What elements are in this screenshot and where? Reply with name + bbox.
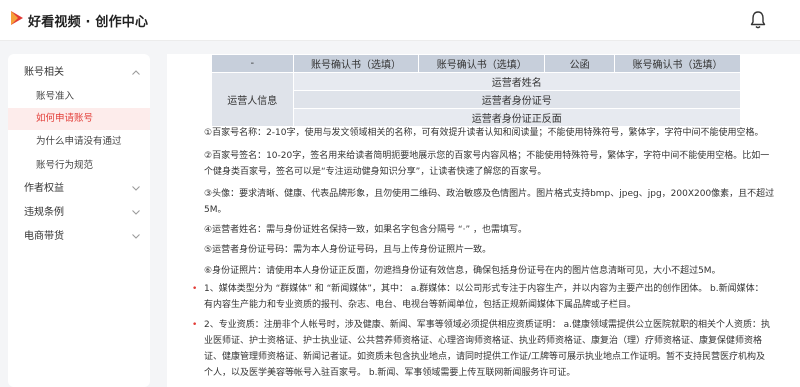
table-cell: 运营者身份证正反面 (292, 108, 742, 127)
chevron-down-icon (132, 186, 140, 191)
table-header-row: - 账号确认书（选填） 账号确认书（选填） 公函 账号确认书（选填） (211, 54, 741, 73)
sidebar-group-account[interactable]: 账号相关 (8, 62, 150, 84)
sidebar-group-label: 作者权益 (24, 183, 64, 194)
table-header-cell: - (211, 54, 294, 73)
table-header-cell: 账号确认书（选填） (614, 54, 741, 73)
table-row: 运营人信息 运营者姓名 (211, 72, 742, 127)
bullet-line: 个人，以及医学美容等帐号入驻百家号。 b.新闻、军事领域需要上传互联网新闻服务许… (204, 368, 576, 378)
note-line: 5M。 (204, 205, 227, 215)
table-cell: 运营者身份证号 (292, 90, 742, 109)
note-line: ③头像：要求清晰、健康、代表品牌形象，且勿使用二维码、政治敏感及色情图片。图片格… (204, 189, 775, 199)
sidebar-group-ecommerce[interactable]: 电商带货 (8, 226, 150, 248)
table-header-cell: 账号确认书（选填） (292, 54, 420, 73)
sidebar-item-label: 账号准入 (36, 91, 75, 102)
note-line: ①百家号名称：2-10字，使用与发文领域相关的名称，可有效提升读者认知和阅读量；… (204, 128, 764, 138)
note-line: ⑥身份证照片：请使用本人身份证正反面，勿遮挡身份证有效信息，确保包括身份证号在内… (204, 266, 721, 276)
sidebar-group-author-rights[interactable]: 作者权益 (8, 178, 150, 200)
bullet-icon: • (192, 284, 198, 294)
note-line: ②百家号签名：10-20字，签名用来给读者简明扼要地展示您的百家号内容风格；不能… (204, 151, 770, 161)
bullet-line: 2、专业资质：注册非个人帐号时，涉及健康、新闻、军事等领域必须提供相应资质证明：… (204, 320, 770, 330)
sidebar-group-label: 电商带货 (24, 231, 64, 242)
sidebar-item-label: 账号行为规范 (36, 160, 94, 171)
table-cell: 运营者姓名 (292, 72, 742, 91)
logo-icon (11, 11, 23, 25)
note-line: 个健身类百家号，签名可以是“专注运动健身知识分享”，让读者快速了解您的百家号。 (204, 167, 547, 177)
sidebar: 账号相关 账号准入 如何申请账号 为什么申请没有通过 账号行为规范 作者权益 违… (8, 54, 150, 387)
bell-icon[interactable] (749, 10, 767, 30)
table-header-cell: 账号确认书（选填） (418, 54, 546, 73)
table-group-label: 运营人信息 (211, 72, 294, 127)
top-bar: 好看视频 · 创作中心 (0, 0, 800, 41)
note-line: ⑤运营者身份证号码：需为本人身份证号码，且与上传身份证照片一致。 (204, 245, 492, 255)
bullet-line: 有内容生产能力和专业资质的报刊、杂志、电台、电视台等新闻单位，包括正规新闻媒体下… (204, 300, 637, 310)
bullet-line: 1、媒体类型分为 “群媒体” 和 “新闻媒体”，其中： a.群媒体：以公司形式专… (204, 284, 764, 294)
chevron-up-icon (132, 70, 140, 75)
sidebar-group-label: 违规条例 (24, 207, 64, 218)
sidebar-item-account-conduct[interactable]: 账号行为规范 (8, 155, 150, 177)
note-line: ④运营者姓名：需与身份证姓名保持一致，如果名字包含分隔号 “·” ，也需填写。 (204, 225, 527, 235)
sidebar-group-label: 账号相关 (24, 67, 64, 78)
sidebar-item-label: 为什么申请没有通过 (36, 136, 122, 147)
requirements-table: - 账号确认书（选填） 账号确认书（选填） 公函 账号确认书（选填） 运营人信息… (211, 54, 742, 127)
main-content: - 账号确认书（选填） 账号确认书（选填） 公函 账号确认书（选填） 运营人信息… (167, 54, 800, 387)
bullet-icon: • (192, 320, 198, 330)
table-header-cell: 公函 (544, 54, 616, 73)
sidebar-group-violations[interactable]: 违规条例 (8, 202, 150, 224)
chevron-down-icon (132, 210, 140, 215)
sidebar-item-apply-account[interactable]: 如何申请账号 (8, 108, 150, 130)
sidebar-item-application-rejected[interactable]: 为什么申请没有通过 (8, 131, 150, 153)
bullet-line: 证、健康管理师资格证、新闻记者证。如资质未包含执业地点，请同时提供工作证/工牌等… (204, 352, 766, 362)
chevron-down-icon (132, 234, 140, 239)
sidebar-item-account-access[interactable]: 账号准入 (8, 86, 150, 108)
bullet-line: 业医师证、护士资格证、护士执业证、公共营养师资格证、心理咨询师资格证、执业药师资… (204, 336, 763, 346)
sidebar-item-label: 如何申请账号 (36, 113, 94, 124)
brand-title: 好看视频 · 创作中心 (28, 15, 149, 30)
